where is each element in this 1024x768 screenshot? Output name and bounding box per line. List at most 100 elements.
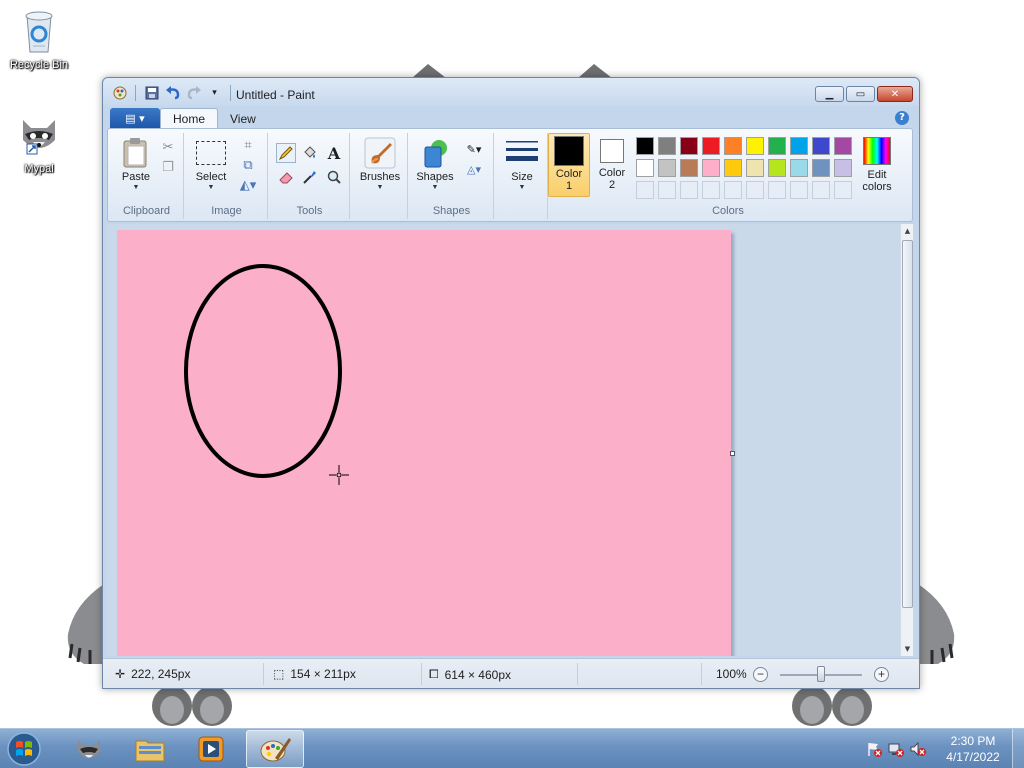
palette-swatch[interactable] bbox=[636, 159, 654, 177]
qat-separator bbox=[230, 84, 231, 101]
canvas-resize-handle[interactable] bbox=[730, 451, 735, 456]
eraser-icon[interactable] bbox=[276, 167, 296, 187]
vertical-scrollbar[interactable]: ▲ ▼ bbox=[900, 224, 913, 656]
tab-home[interactable]: Home bbox=[160, 108, 219, 129]
palette-swatch[interactable] bbox=[680, 137, 698, 155]
shape-fill-icon[interactable]: ◬▾ bbox=[460, 159, 488, 179]
color-picker-icon[interactable] bbox=[300, 167, 320, 187]
selection-size: ⬚ 154 × 211px bbox=[273, 667, 356, 681]
palette-swatch[interactable] bbox=[680, 159, 698, 177]
palette-swatch[interactable] bbox=[790, 159, 808, 177]
zoom-slider-thumb[interactable] bbox=[817, 666, 825, 682]
shapes-button[interactable]: Shapes ▼ bbox=[412, 137, 458, 191]
brushes-button[interactable]: Brushes ▼ bbox=[356, 137, 404, 191]
palette-custom-slot[interactable] bbox=[680, 181, 698, 199]
palette-swatch[interactable] bbox=[702, 137, 720, 155]
action-center-flag-icon[interactable] bbox=[866, 741, 882, 760]
palette-swatch[interactable] bbox=[658, 159, 676, 177]
palette-swatch[interactable] bbox=[790, 137, 808, 155]
palette-custom-slot[interactable] bbox=[746, 181, 764, 199]
scrollbar-thumb[interactable] bbox=[902, 240, 913, 608]
copy-icon[interactable]: ❐ bbox=[158, 157, 178, 177]
save-icon[interactable] bbox=[143, 84, 160, 101]
palette-swatch[interactable] bbox=[834, 137, 852, 155]
palette-swatch[interactable] bbox=[812, 137, 830, 155]
text-icon[interactable]: A bbox=[324, 143, 344, 163]
app-menu-icon[interactable] bbox=[111, 84, 128, 101]
group-size: Size ▼ bbox=[496, 133, 548, 219]
palette-swatch[interactable] bbox=[724, 159, 742, 177]
palette-swatch[interactable] bbox=[702, 159, 720, 177]
rotate-icon[interactable]: ◭▾ bbox=[238, 175, 258, 195]
palette-swatch[interactable] bbox=[658, 137, 676, 155]
palette-custom-slot[interactable] bbox=[658, 181, 676, 199]
tab-view[interactable]: View bbox=[218, 108, 268, 129]
taskbar-paint[interactable] bbox=[246, 730, 304, 768]
color1-button[interactable]: Color 1 bbox=[548, 133, 590, 197]
maximize-button[interactable]: ▭ bbox=[846, 86, 875, 102]
size-button[interactable]: Size ▼ bbox=[500, 137, 544, 191]
brushes-dropdown-icon[interactable]: ▼ bbox=[356, 184, 404, 191]
palette-custom-slot[interactable] bbox=[636, 181, 654, 199]
status-separator bbox=[263, 663, 264, 685]
palette-custom-slot[interactable] bbox=[790, 181, 808, 199]
resize-icon[interactable]: ⧉ bbox=[238, 155, 258, 175]
start-button[interactable] bbox=[4, 730, 46, 768]
select-dropdown-icon[interactable]: ▼ bbox=[190, 184, 232, 191]
palette-swatch[interactable] bbox=[768, 137, 786, 155]
pencil-icon[interactable] bbox=[276, 143, 296, 163]
show-desktop-button[interactable] bbox=[1012, 729, 1024, 768]
shapes-dropdown-icon[interactable]: ▼ bbox=[412, 184, 458, 191]
help-icon[interactable]: ? bbox=[895, 111, 909, 125]
palette-swatch[interactable] bbox=[768, 159, 786, 177]
taskbar-media-player[interactable] bbox=[182, 730, 240, 768]
mascot-paw-left-icon bbox=[67, 584, 104, 664]
undo-icon[interactable] bbox=[164, 84, 181, 101]
brush-icon bbox=[364, 137, 396, 169]
customize-qat-icon[interactable]: ▾ bbox=[206, 84, 223, 101]
zoom-in-button[interactable]: + bbox=[874, 667, 889, 682]
palette-swatch[interactable] bbox=[746, 159, 764, 177]
palette-swatch[interactable] bbox=[636, 137, 654, 155]
outline-icon[interactable]: ✎▾ bbox=[460, 139, 488, 159]
palette-custom-slot[interactable] bbox=[724, 181, 742, 199]
palette-custom-slot[interactable] bbox=[812, 181, 830, 199]
network-error-icon[interactable] bbox=[888, 741, 904, 760]
cut-icon[interactable]: ✂ bbox=[158, 137, 178, 157]
desktop-icon-recycle-bin[interactable]: Recycle Bin bbox=[0, 6, 78, 71]
crop-icon[interactable]: ⌗ bbox=[238, 135, 258, 155]
size-dropdown-icon[interactable]: ▼ bbox=[500, 184, 544, 191]
palette-custom-slot[interactable] bbox=[768, 181, 786, 199]
minimize-button[interactable]: ▁ bbox=[815, 86, 844, 102]
zoom-out-button[interactable]: − bbox=[753, 667, 768, 682]
palette-custom-slot[interactable] bbox=[834, 181, 852, 199]
taskbar-mypal[interactable] bbox=[60, 730, 118, 768]
scroll-down-icon[interactable]: ▼ bbox=[901, 642, 914, 656]
group-brushes: Brushes ▼ bbox=[352, 133, 408, 219]
scroll-up-icon[interactable]: ▲ bbox=[901, 224, 914, 238]
taskbar-clock[interactable]: 2:30 PM 4/17/2022 bbox=[940, 733, 1006, 765]
palette-swatch[interactable] bbox=[812, 159, 830, 177]
taskbar-explorer[interactable] bbox=[121, 730, 179, 768]
paint-menu-button[interactable]: ▤ ▾ bbox=[110, 108, 160, 129]
title-bar[interactable]: ▾ Untitled - Paint ▁ ▭ ✕ bbox=[103, 78, 919, 106]
fill-icon[interactable] bbox=[300, 143, 320, 163]
redo-icon[interactable] bbox=[185, 84, 202, 101]
edit-colors-button[interactable]: Edit colors bbox=[854, 135, 900, 193]
magnifier-icon[interactable] bbox=[324, 167, 344, 187]
paste-button[interactable]: Paste ▼ bbox=[116, 137, 156, 191]
select-button[interactable]: Select ▼ bbox=[190, 137, 232, 191]
close-button[interactable]: ✕ bbox=[877, 86, 913, 102]
drawing-canvas[interactable] bbox=[117, 230, 731, 656]
paste-dropdown-icon[interactable]: ▼ bbox=[116, 184, 156, 191]
color2-button[interactable]: Color 2 bbox=[592, 135, 632, 191]
palette-swatch[interactable] bbox=[724, 137, 742, 155]
palette-swatch[interactable] bbox=[746, 137, 764, 155]
group-colors: Color 1 Color 2 Edit colors Colors bbox=[548, 133, 908, 219]
paint-menu-icon: ▤ ▾ bbox=[125, 112, 145, 125]
palette-swatch[interactable] bbox=[834, 159, 852, 177]
desktop-icon-mypal[interactable]: Mypal bbox=[0, 110, 78, 175]
mascot-paw-right-icon bbox=[918, 584, 955, 664]
volume-muted-icon[interactable] bbox=[910, 741, 926, 760]
palette-custom-slot[interactable] bbox=[702, 181, 720, 199]
